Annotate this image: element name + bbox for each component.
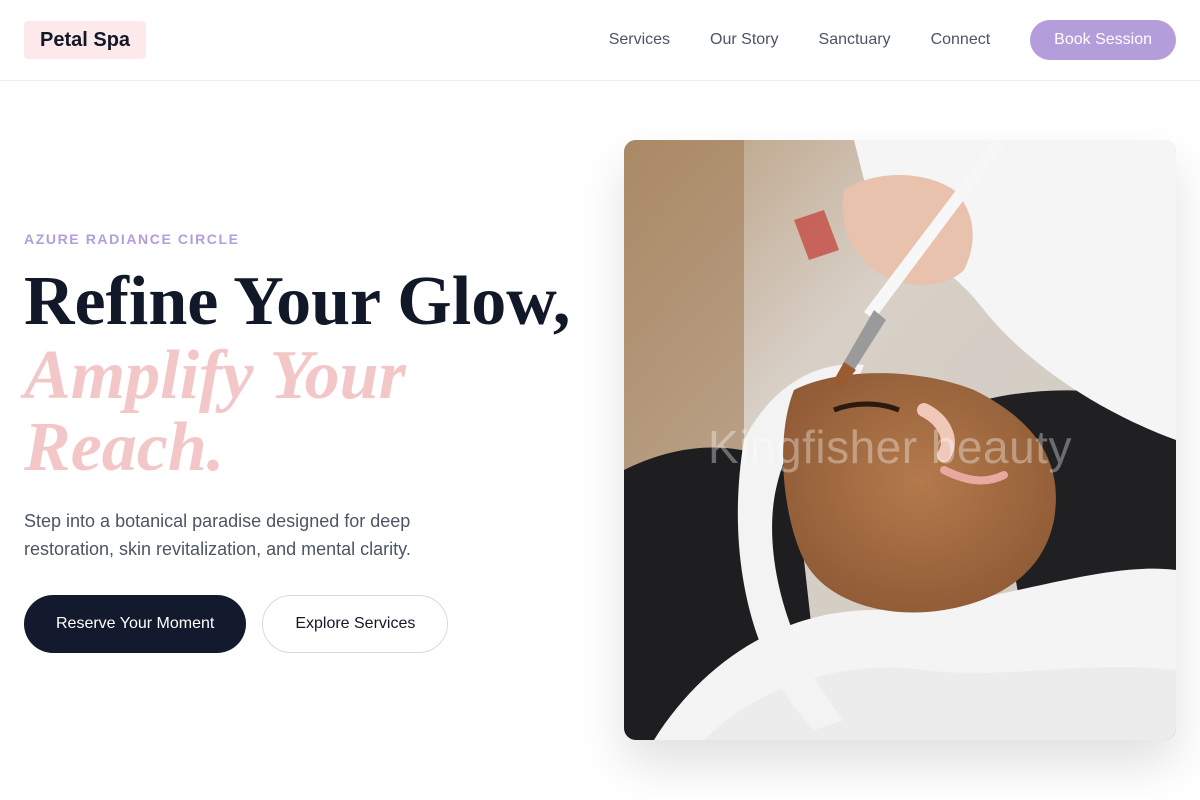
hero-cta-group: Reserve Your Moment Explore Services [24, 595, 449, 653]
site-header: Petal Spa Services Our Story Sanctuary C… [0, 0, 1200, 81]
brand-logo[interactable]: Petal Spa [24, 21, 147, 59]
hero-facial-treatment-image: Kingfisher beauty [624, 140, 1176, 740]
nav-link-our-story[interactable]: Our Story [710, 31, 778, 49]
nav-link-connect[interactable]: Connect [931, 31, 991, 49]
book-session-button[interactable]: Book Session [1030, 20, 1176, 60]
hero-headline: Refine Your Glow, Amplify Your Reach. [24, 264, 604, 484]
nav-link-sanctuary[interactable]: Sanctuary [819, 31, 891, 49]
reserve-moment-button[interactable]: Reserve Your Moment [24, 595, 247, 653]
explore-services-button[interactable]: Explore Services [262, 595, 449, 653]
nav-link-services[interactable]: Services [609, 31, 670, 49]
hero-description: Step into a botanical paradise designed … [24, 511, 411, 559]
headline-accent: Amplify Your Reach. [24, 337, 406, 486]
main-nav: Services Our Story Sanctuary Connect Boo… [609, 20, 1176, 60]
hero-eyebrow: AZURE RADIANCE CIRCLE [24, 231, 240, 247]
headline-line-1: Refine Your Glow, [24, 263, 571, 340]
image-watermark: Kingfisher beauty [708, 421, 1072, 473]
